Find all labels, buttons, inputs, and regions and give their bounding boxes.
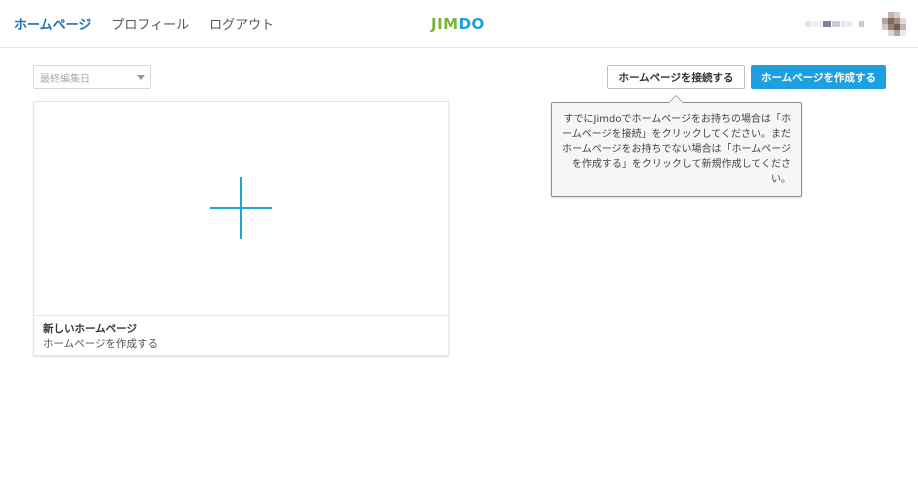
plus-icon	[210, 177, 272, 239]
chevron-down-icon	[137, 75, 145, 80]
sort-select-value: 最終編集日	[40, 73, 90, 85]
logo-part-1: JIM	[431, 15, 459, 33]
connect-homepage-button[interactable]: ホームページを接続する	[607, 65, 745, 89]
main-nav: ホームページ プロフィール ログアウト	[14, 0, 274, 46]
tooltip-text: すでにJimdoでホームページをお持ちの場合は「ホームページを接続」をクリックし…	[562, 114, 791, 185]
card-footer: 新しいホームページ ホームページを作成する	[43, 322, 158, 352]
nav-item-profile[interactable]: プロフィール	[111, 14, 189, 33]
create-homepage-button[interactable]: ホームページを作成する	[751, 65, 886, 89]
jimdo-logo[interactable]: JIM DO	[431, 15, 485, 33]
sort-select[interactable]: 最終編集日	[33, 65, 151, 89]
avatar[interactable]	[882, 12, 906, 36]
card-preview	[34, 102, 448, 316]
card-subtitle: ホームページを作成する	[43, 338, 158, 350]
connect-tooltip: すでにJimdoでホームページをお持ちの場合は「ホームページを接続」をクリックし…	[551, 95, 802, 197]
user-menu[interactable]	[805, 12, 906, 36]
nav-item-homepage[interactable]: ホームページ	[14, 14, 91, 33]
top-bar: ホームページ プロフィール ログアウト JIM DO	[0, 0, 918, 48]
card-title: 新しいホームページ	[43, 323, 137, 335]
username-redacted	[805, 21, 864, 27]
nav-item-logout[interactable]: ログアウト	[209, 14, 274, 33]
new-homepage-card[interactable]: 新しいホームページ ホームページを作成する	[33, 101, 449, 356]
logo-part-2: DO	[458, 15, 485, 33]
